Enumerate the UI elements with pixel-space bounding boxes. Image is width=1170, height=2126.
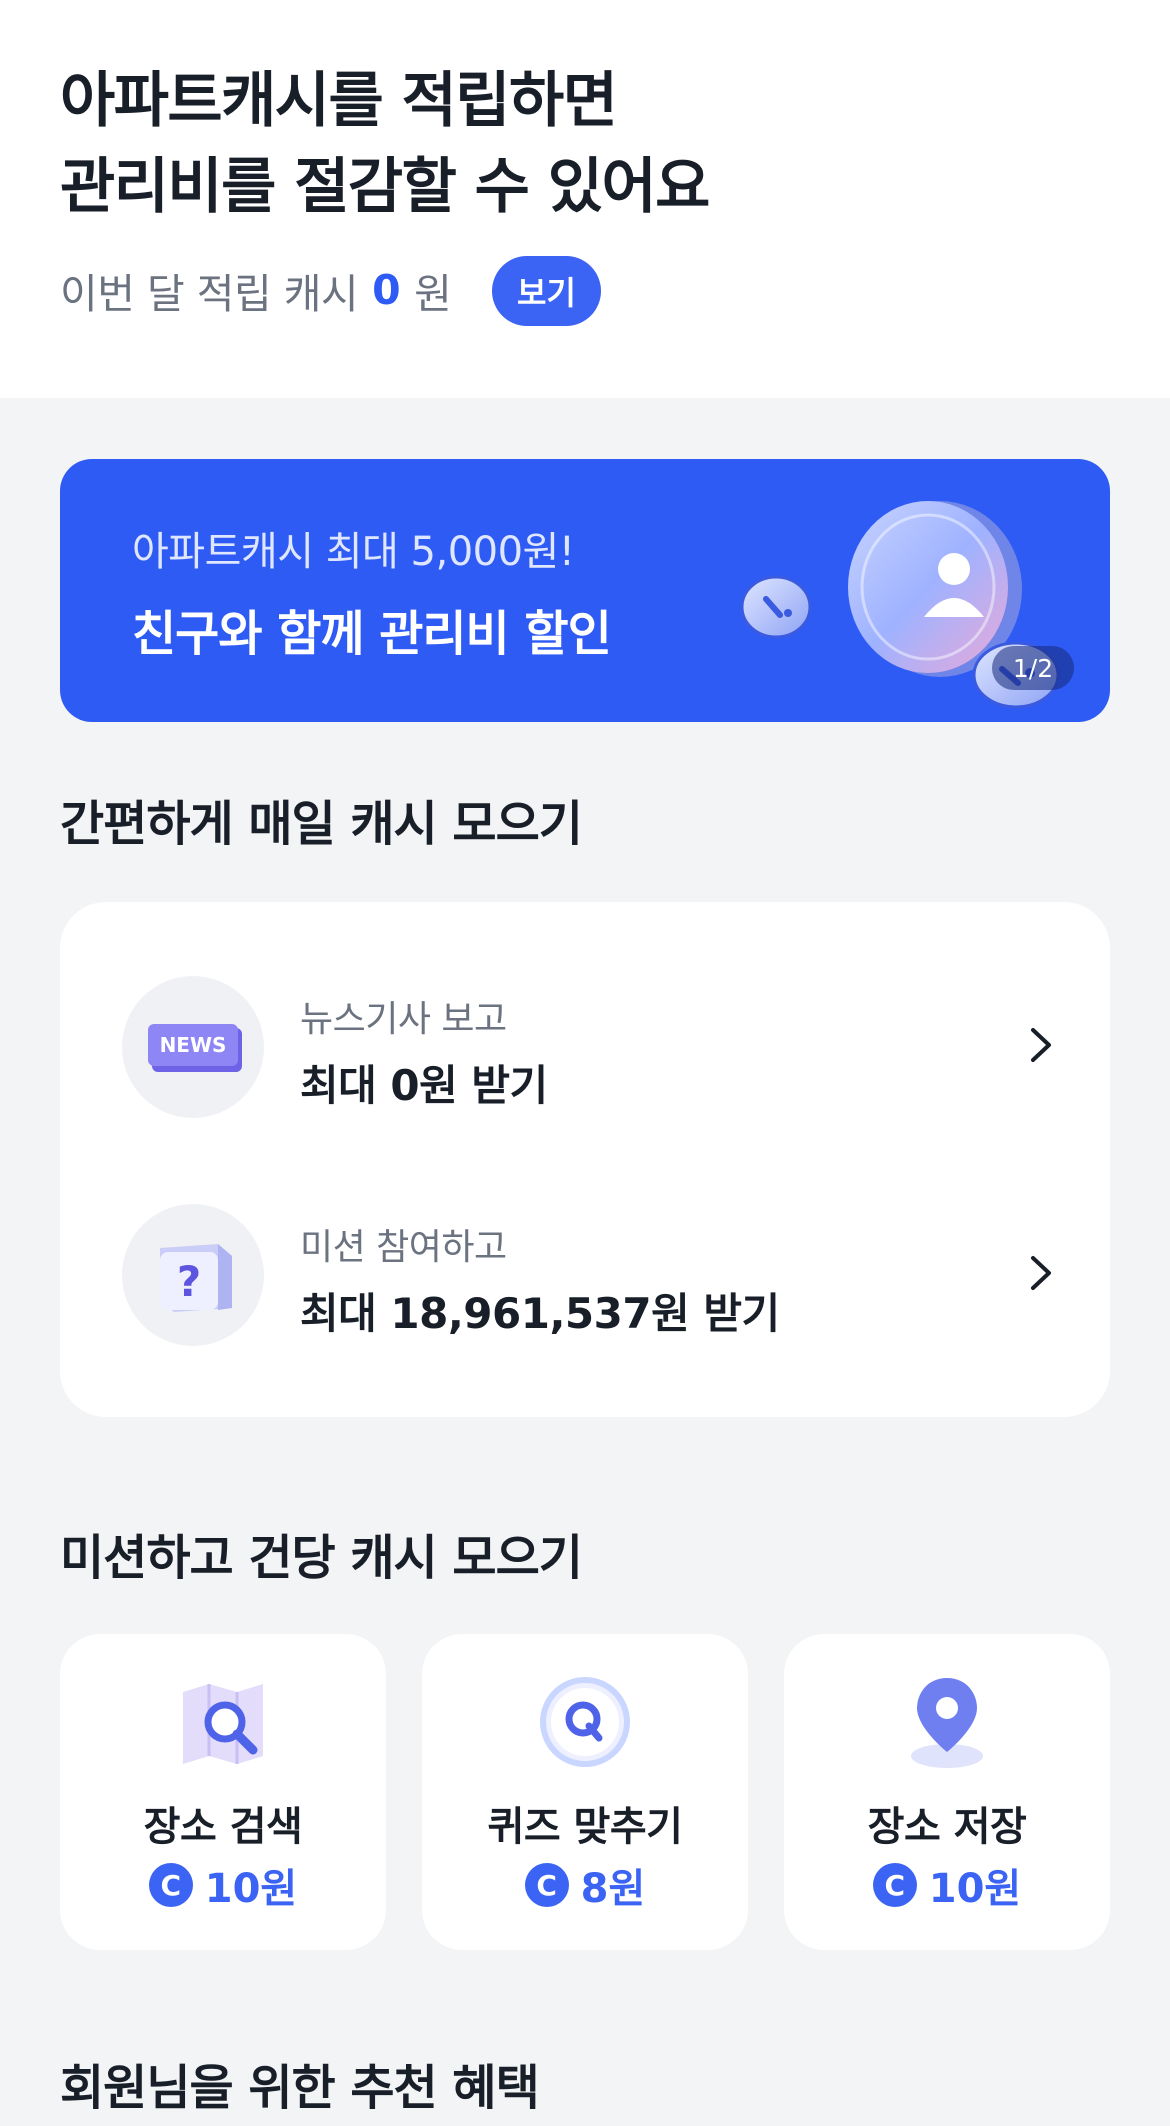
map-search-icon xyxy=(183,1684,263,1764)
mission-label: 퀴즈 맞추기 xyxy=(487,1804,683,1850)
mission-subtitle: 미션 참여하고 xyxy=(300,1227,507,1268)
mission-reward-amount: 10원 xyxy=(928,1866,1022,1912)
news-icon-text: NEWS xyxy=(160,1033,227,1057)
mission-label: 장소 검색 xyxy=(143,1804,303,1850)
referral-banner[interactable]: 아파트캐시 최대 5,000원! 친구와 함께 관리비 할인 1/2 xyxy=(60,459,1110,722)
mission-reward-amount: 8원 xyxy=(580,1866,646,1912)
question-icon-text: ? xyxy=(177,1257,201,1306)
view-button[interactable]: 보기 xyxy=(492,256,601,326)
mission-reward-title: 최대 18,961,537원 받기 xyxy=(300,1289,780,1338)
monthly-cash-amount: 0 xyxy=(372,266,401,314)
news-reward-title: 최대 0원 받기 xyxy=(300,1061,548,1110)
mission-reward: C 8원 xyxy=(422,1856,748,1914)
chevron-right-icon xyxy=(1031,1028,1051,1062)
mission-label: 장소 저장 xyxy=(867,1804,1027,1850)
monthly-cash-label: 이번 달 적립 캐시 xyxy=(60,270,359,318)
mission-reward: C 10원 xyxy=(60,1856,386,1914)
mission-section-title: 미션하고 건당 캐시 모으기 xyxy=(60,1530,583,1586)
list-item-mission[interactable]: ? 미션 참여하고 최대 18,961,537원 받기 xyxy=(60,1200,1110,1350)
mission-card-place-search[interactable]: 장소 검색 C 10원 xyxy=(60,1634,386,1950)
mission-reward: C 10원 xyxy=(784,1856,1110,1914)
question-box-icon: ? xyxy=(122,1204,264,1346)
daily-section-title: 간편하게 매일 캐시 모으기 xyxy=(60,796,583,852)
page-title-line2: 관리비를 절감할 수 있어요 xyxy=(60,152,710,222)
coin-icon: C xyxy=(148,1863,193,1907)
page-title: 아파트캐시를 적립하면 관리비를 절감할 수 있어요 xyxy=(60,58,710,230)
coin-icon: C xyxy=(872,1863,917,1907)
daily-cash-card: NEWS 뉴스기사 보고 최대 0원 받기 ? 미션 참여하고 최대 18,96… xyxy=(60,902,1110,1417)
mission-card-place-save[interactable]: 장소 저장 C 10원 xyxy=(784,1634,1110,1950)
mission-reward-amount: 10원 xyxy=(204,1866,298,1912)
news-icon: NEWS xyxy=(122,976,264,1118)
monthly-cash-summary: 이번 달 적립 캐시 0 원 xyxy=(60,262,452,318)
banner-title: 친구와 함께 관리비 할인 xyxy=(132,606,612,662)
monthly-cash-unit: 원 xyxy=(414,270,452,318)
coin-icon: C xyxy=(524,1863,569,1907)
quiz-icon xyxy=(540,1677,630,1767)
banner-subtitle: 아파트캐시 최대 5,000원! xyxy=(132,529,575,575)
location-pin-icon xyxy=(911,1678,983,1768)
banner-page-indicator: 1/2 xyxy=(992,646,1074,690)
chevron-right-icon xyxy=(1031,1256,1051,1290)
news-subtitle: 뉴스기사 보고 xyxy=(300,999,507,1040)
mission-card-quiz[interactable]: 퀴즈 맞추기 C 8원 xyxy=(422,1634,748,1950)
list-item-news[interactable]: NEWS 뉴스기사 보고 최대 0원 받기 xyxy=(60,972,1110,1122)
header: 아파트캐시를 적립하면 관리비를 절감할 수 있어요 이번 달 적립 캐시 0 … xyxy=(0,0,1170,398)
page-title-line1: 아파트캐시를 적립하면 xyxy=(60,66,618,136)
recommend-section-title: 회원님을 위한 추천 혜택 xyxy=(60,2060,540,2116)
